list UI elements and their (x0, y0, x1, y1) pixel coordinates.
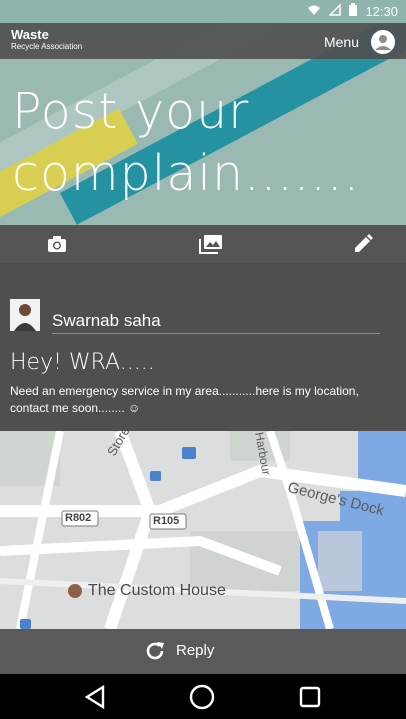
location-map[interactable]: Store St Harbour George's Dock R802 R105… (0, 431, 406, 629)
refresh-icon (144, 640, 166, 667)
input-underline (52, 333, 380, 334)
username-field[interactable]: Swarnab saha (52, 311, 161, 331)
post-card: Swarnab saha Hey! WRA..... Need an emerg… (0, 263, 406, 431)
menu-button[interactable]: Menu (324, 34, 359, 50)
battery-icon (349, 3, 358, 19)
system-nav-bar (0, 674, 406, 719)
edit-icon (355, 234, 373, 252)
user-photo-image (10, 299, 40, 331)
status-time: 12:30 (365, 3, 398, 19)
media-toolbar (0, 225, 406, 263)
gallery-button[interactable] (192, 225, 230, 263)
reply-label: Reply (176, 642, 215, 659)
home-icon[interactable] (189, 684, 215, 715)
gallery-icon (199, 235, 222, 254)
road-badge: R105 (153, 515, 180, 527)
edit-button[interactable] (344, 225, 382, 263)
back-icon[interactable] (84, 684, 106, 714)
app-title: Waste (11, 27, 49, 42)
road-badge: R802 (65, 512, 92, 524)
map-poi-label: The Custom House (88, 582, 226, 599)
profile-avatar-button[interactable] (371, 30, 395, 54)
status-bar: 12:30 (0, 0, 406, 23)
user-photo (10, 299, 40, 331)
camera-icon (48, 236, 66, 252)
wifi-icon (307, 4, 321, 19)
person-icon (375, 35, 391, 50)
app-subtitle: Recycle Association (11, 42, 83, 51)
post-title: Hey! WRA..... (10, 350, 155, 375)
app-bar: Waste Recycle Association Menu (0, 23, 406, 59)
hero-headline: Post your complain....... (12, 83, 361, 202)
status-icons: 12:30 (307, 2, 398, 19)
camera-button[interactable] (38, 225, 76, 263)
signal-icon (328, 2, 342, 19)
reply-button[interactable]: Reply (0, 629, 406, 674)
post-body: Need an emergency service in my area....… (10, 384, 359, 415)
recents-icon[interactable] (299, 686, 321, 713)
